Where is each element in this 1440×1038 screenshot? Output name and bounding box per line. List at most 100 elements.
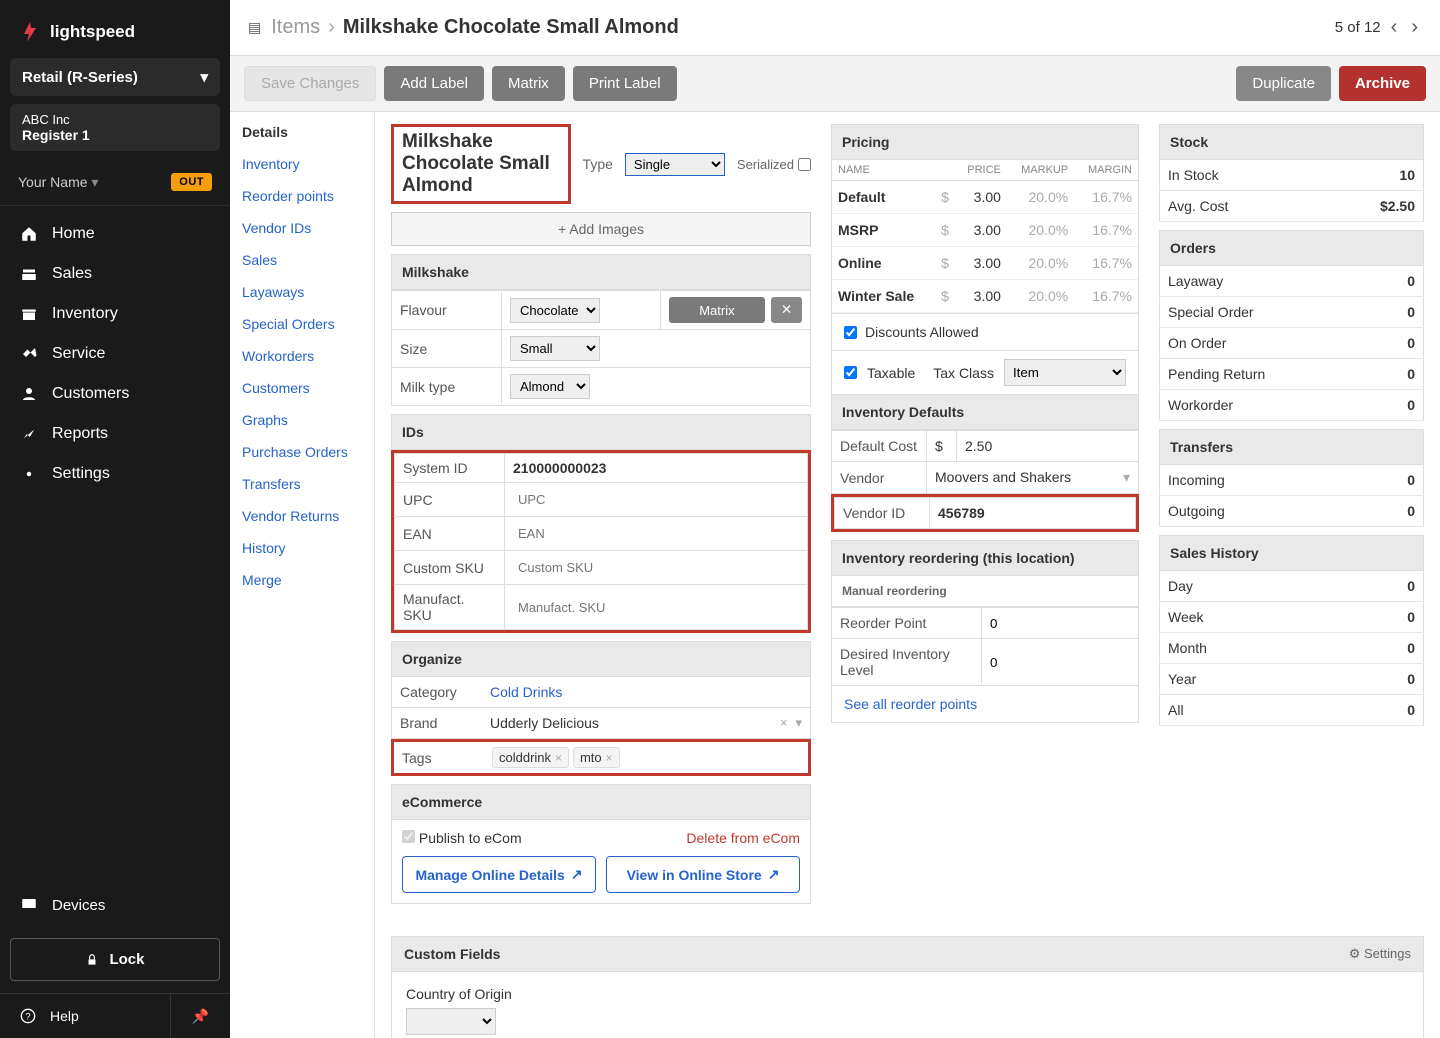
dropdown-brand-icon[interactable]: ▾ (795, 715, 802, 731)
pin-button[interactable]: 📌 (170, 994, 230, 1038)
topbar: ▤ Items › Milkshake Chocolate Small Almo… (230, 0, 1440, 56)
clear-brand-icon[interactable]: × (780, 715, 788, 731)
customsku-input[interactable] (513, 557, 799, 578)
chevron-down-icon: ▾ (91, 174, 98, 190)
milk-select[interactable]: Almond (510, 374, 590, 399)
publish-checkbox[interactable] (402, 830, 415, 843)
subnav-history[interactable]: History (230, 532, 374, 564)
subnav-workorders[interactable]: Workorders (230, 340, 374, 372)
subnav-details[interactable]: Details (230, 116, 374, 148)
breadcrumb: Items › Milkshake Chocolate Small Almond (271, 16, 679, 39)
save-changes-button[interactable]: Save Changes (244, 66, 376, 101)
vendor-value[interactable]: Moovers and Shakers (935, 469, 1071, 486)
pricing-row: Default$3.0020.0%16.7% (832, 181, 1138, 214)
orders-head: Orders (1159, 230, 1424, 266)
default-cost-value[interactable]: 2.50 (957, 431, 1139, 462)
size-label: Size (392, 330, 502, 368)
breadcrumb-section[interactable]: Items (271, 16, 320, 39)
subnav-layaways[interactable]: Layaways (230, 276, 374, 308)
remove-tag-icon[interactable]: × (555, 751, 562, 765)
upc-input[interactable] (513, 489, 799, 510)
sales-history-head: Sales History (1159, 535, 1424, 571)
lock-button[interactable]: Lock (10, 938, 220, 981)
home-icon (20, 225, 38, 243)
subnav-customers[interactable]: Customers (230, 372, 374, 404)
chart-icon (20, 425, 38, 443)
lightspeed-icon (18, 20, 42, 44)
subnav-specialorders[interactable]: Special Orders (230, 308, 374, 340)
nav-devices[interactable]: Devices (0, 882, 230, 928)
next-arrow[interactable]: › (1407, 14, 1422, 41)
nav-reports[interactable]: Reports (0, 414, 230, 454)
type-label: Type (583, 156, 613, 172)
retail-series-dropdown[interactable]: Retail (R-Series) ▾ (10, 58, 220, 96)
nav-home[interactable]: Home (0, 214, 230, 254)
see-reorder-link[interactable]: See all reorder points (844, 696, 977, 712)
user-row[interactable]: Your Name ▾ OUT (0, 159, 230, 206)
ean-input[interactable] (513, 523, 799, 544)
matrix-small-button[interactable]: Matrix (669, 297, 765, 323)
subnav-reorder[interactable]: Reorder points (230, 180, 374, 212)
nav-settings[interactable]: Settings (0, 454, 230, 494)
nav-sales[interactable]: Sales (0, 254, 230, 294)
flavour-label: Flavour (392, 291, 502, 330)
add-label-button[interactable]: Add Label (384, 66, 484, 101)
tags-input[interactable]: colddrink× mto× (484, 742, 808, 773)
help-button[interactable]: ? Help (0, 994, 170, 1038)
subnav-vendorids[interactable]: Vendor IDs (230, 212, 374, 244)
details-subnav: Details Inventory Reorder points Vendor … (230, 112, 375, 1038)
flavour-select[interactable]: Chocolate (510, 298, 600, 323)
size-select[interactable]: Small (510, 336, 600, 361)
pin-icon: 📌 (192, 1008, 209, 1025)
view-store-button[interactable]: View in Online Store ↗ (606, 856, 800, 893)
add-images-button[interactable]: + Add Images (391, 212, 811, 246)
nav-inventory[interactable]: Inventory (0, 294, 230, 334)
country-origin-label: Country of Origin (406, 986, 1409, 1002)
question-icon: ? (20, 1008, 36, 1024)
custom-settings-link[interactable]: ⚙ Settings (1349, 946, 1411, 962)
duplicate-button[interactable]: Duplicate (1236, 66, 1331, 101)
manufsku-input[interactable] (513, 597, 799, 618)
vendor-id-value[interactable]: 456789 (930, 498, 1136, 529)
country-origin-select[interactable] (406, 1008, 496, 1035)
subnav-inventory[interactable]: Inventory (230, 148, 374, 180)
brand-value[interactable]: Udderly Delicious (490, 715, 599, 731)
organize-head: Organize (391, 641, 811, 677)
reorder-point-input[interactable] (990, 616, 1050, 631)
serialized-checkbox[interactable] (798, 158, 811, 171)
discounts-checkbox[interactable] (844, 326, 857, 339)
taxclass-select[interactable]: Item (1004, 359, 1126, 386)
inventory-defaults-head: Inventory Defaults (831, 394, 1139, 430)
delete-ecom-link[interactable]: Delete from eCom (686, 830, 800, 846)
subnav-transfers[interactable]: Transfers (230, 468, 374, 500)
subnav-vendorreturns[interactable]: Vendor Returns (230, 500, 374, 532)
pricing-row: MSRP$3.0020.0%16.7% (832, 214, 1138, 247)
subnav-graphs[interactable]: Graphs (230, 404, 374, 436)
remove-tag-icon[interactable]: × (606, 751, 613, 765)
gear-icon (20, 465, 38, 483)
pricing-row: Online$3.0020.0%16.7% (832, 247, 1138, 280)
print-label-button[interactable]: Print Label (573, 66, 677, 101)
register-icon (20, 265, 38, 283)
prev-arrow[interactable]: ‹ (1387, 14, 1402, 41)
matrix-remove-button[interactable]: ✕ (771, 297, 802, 323)
type-select[interactable]: Single (625, 153, 725, 176)
sidebar: lightspeed Retail (R-Series) ▾ ABC Inc R… (0, 0, 230, 1038)
archive-button[interactable]: Archive (1339, 66, 1426, 101)
category-link[interactable]: Cold Drinks (490, 684, 562, 700)
main-nav: Home Sales Inventory Service Customers R… (0, 206, 230, 882)
nav-customers[interactable]: Customers (0, 374, 230, 414)
milkshake-head: Milkshake (391, 254, 811, 290)
subnav-sales[interactable]: Sales (230, 244, 374, 276)
taxable-checkbox[interactable] (844, 366, 857, 379)
manage-online-button[interactable]: Manage Online Details ↗ (402, 856, 596, 893)
matrix-button[interactable]: Matrix (492, 66, 565, 101)
desired-level-input[interactable] (990, 655, 1050, 670)
dropdown-icon[interactable]: ▾ (1123, 469, 1130, 486)
subnav-po[interactable]: Purchase Orders (230, 436, 374, 468)
nav-service[interactable]: Service (0, 334, 230, 374)
company-register-box[interactable]: ABC Inc Register 1 (10, 104, 220, 151)
item-title[interactable]: Milkshake Chocolate Small Almond (391, 124, 571, 204)
svg-text:?: ? (25, 1011, 30, 1021)
subnav-merge[interactable]: Merge (230, 564, 374, 596)
